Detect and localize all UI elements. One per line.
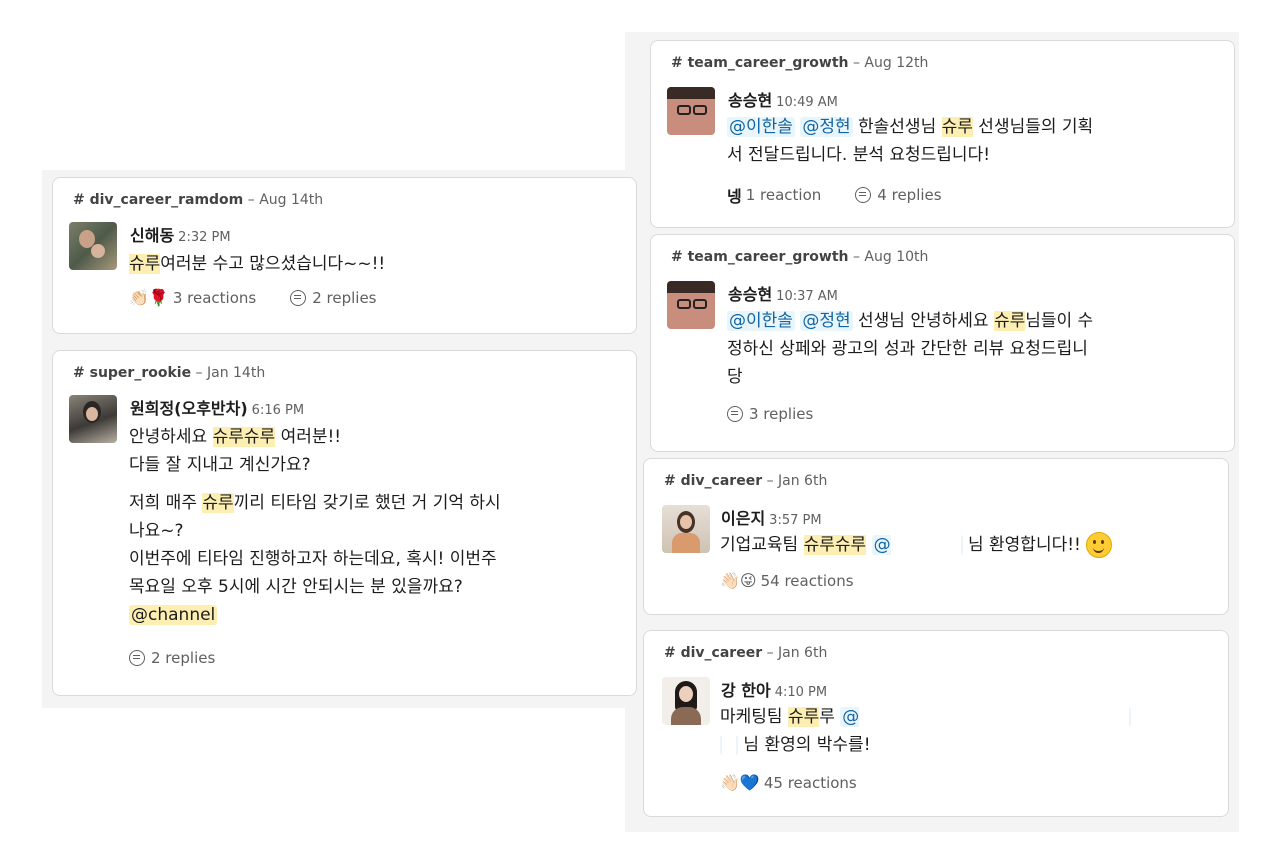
channel-mention[interactable]: @channel (129, 605, 218, 625)
message-body: @이한솔 @정현 한솔선생님 슈루 선생님들의 기획 서 전달드립니다. 분석 … (727, 117, 1094, 165)
channel-label[interactable]: # super_rookie – Jan 14th (73, 365, 265, 381)
smile-emoji-icon (1086, 532, 1113, 558)
thread-replies-icon (129, 650, 145, 666)
channel-label[interactable]: # team_career_growth – Aug 12th (671, 55, 928, 71)
search-result-card[interactable]: # super_rookie – Jan 14th 원희정(오후반차) 6:16 … (52, 350, 637, 696)
channel-label[interactable]: # div_career – Jan 6th (664, 645, 827, 661)
user-mention[interactable]: @정현 (800, 311, 853, 331)
message-footer: 👋🏻💙 45 reactions (720, 773, 891, 792)
message-date: Jan 6th (778, 473, 828, 489)
message-body: @이한솔 @정현 선생님 안녕하세요 슈루님들이 수 정하신 상페와 광고의 성… (727, 311, 1094, 387)
author-name[interactable]: 송승현 10:49 AM (728, 87, 838, 111)
user-mention[interactable]: @이한솔 (727, 117, 795, 137)
channel-label[interactable]: # div_career_ramdom – Aug 14th (73, 192, 323, 208)
avatar[interactable] (69, 395, 117, 443)
message-date: Aug 14th (259, 192, 324, 208)
reaction-emoji-icon: 👋🏻💙 (720, 773, 760, 792)
message-body: 슈루여러분 수고 많으셨습니다~~!! (129, 254, 386, 274)
user-mention[interactable]: @이한솔 (727, 311, 795, 331)
avatar[interactable] (662, 505, 710, 553)
author-name[interactable]: 원희정(오후반차) 6:16 PM (130, 395, 304, 419)
message-footer: 2 replies (129, 649, 249, 667)
user-mention[interactable]: @ (840, 707, 1132, 727)
replies-link[interactable]: 2 replies (129, 649, 215, 667)
user-mention[interactable]: @정현 (800, 117, 853, 137)
reaction-emoji-icon: 👏🏻🌹 (129, 288, 169, 307)
message-time[interactable]: 4:10 PM (775, 685, 827, 700)
reactions-summary[interactable]: 넹 1 reaction (727, 183, 821, 207)
replies-link[interactable]: 4 replies (855, 186, 942, 204)
author-name[interactable]: 송승현 10:37 AM (728, 281, 838, 305)
message-footer: 3 replies (727, 405, 847, 423)
message-footer: 넹 1 reaction 4 replies (727, 183, 976, 207)
reactions-summary[interactable]: 👏🏻🌹 3 reactions (129, 288, 256, 307)
author-name[interactable]: 이은지 3:57 PM (721, 505, 822, 529)
avatar[interactable] (662, 677, 710, 725)
channel-label[interactable]: # team_career_growth – Aug 10th (671, 249, 928, 265)
message-body: 마케팅팀 슈루루 @ 님 환영의 박수를! (720, 703, 1132, 759)
message-time[interactable]: 3:57 PM (769, 513, 821, 528)
reactions-summary[interactable]: 👋🏻😜 54 reactions (720, 571, 854, 590)
replies-link[interactable]: 3 replies (727, 405, 813, 423)
message-date: Jan 14th (206, 365, 266, 381)
user-mention[interactable]: @ (871, 535, 963, 555)
message-footer: 👋🏻😜 54 reactions (720, 571, 888, 590)
message-date: Jan 6th (778, 645, 828, 661)
thread-replies-icon (727, 406, 743, 422)
search-result-card[interactable]: # div_career – Jan 6th 강 한아 4:10 PM 마케팅팀 … (643, 630, 1229, 817)
avatar[interactable] (69, 222, 117, 270)
message-body: 기업교육팀 슈루슈루 @ 님 환영합니다!! (720, 531, 1113, 559)
reactions-summary[interactable]: 👋🏻💙 45 reactions (720, 773, 857, 792)
search-result-card[interactable]: # div_career_ramdom – Aug 14th 신해동 2:32 P… (52, 177, 637, 334)
user-mention[interactable] (720, 735, 738, 755)
message-time[interactable]: 10:49 AM (776, 95, 838, 110)
author-name[interactable]: 신해동 2:32 PM (130, 222, 231, 246)
message-body: 안녕하세요 슈루슈루 여러분!! 다들 잘 지내고 계신가요? 저희 매주 슈루… (129, 427, 501, 625)
replies-link[interactable]: 2 replies (290, 289, 377, 307)
thread-replies-icon (290, 289, 307, 306)
message-footer: 👏🏻🌹 3 reactions 2 replies (129, 288, 411, 307)
message-time[interactable]: 10:37 AM (776, 289, 838, 304)
message-time[interactable]: 2:32 PM (178, 230, 230, 245)
search-result-card[interactable]: # team_career_growth – Aug 12th 송승현 10:49… (650, 40, 1235, 228)
avatar[interactable] (667, 281, 715, 329)
channel-label[interactable]: # div_career – Jan 6th (664, 473, 827, 489)
message-date: Aug 10th (864, 249, 929, 265)
author-name[interactable]: 강 한아 4:10 PM (721, 677, 827, 701)
search-result-card[interactable]: # team_career_growth – Aug 10th 송승현 10:37… (650, 234, 1235, 452)
avatar[interactable] (667, 87, 715, 135)
message-date: Aug 12th (864, 55, 929, 71)
search-result-card[interactable]: # div_career – Jan 6th 이은지 3:57 PM 기업교육팀 … (643, 458, 1229, 615)
thread-replies-icon (855, 187, 872, 203)
custom-emoji-icon: 넹 (727, 187, 742, 206)
message-time[interactable]: 6:16 PM (252, 403, 304, 418)
reaction-emoji-icon: 👋🏻😜 (720, 571, 757, 590)
